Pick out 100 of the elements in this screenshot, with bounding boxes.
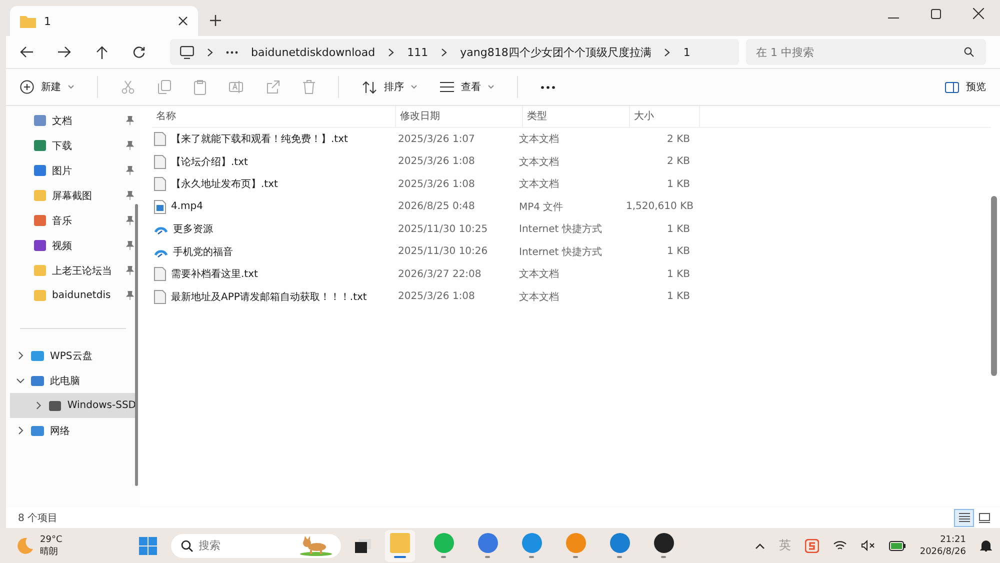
tree-icon (31, 426, 44, 436)
size-cell-text: 1,520,610 KB (626, 201, 694, 212)
date-cell-text: 2025/3/26 1:08 (397, 178, 476, 190)
tree-icon (31, 376, 44, 386)
chevron-icon (207, 48, 213, 56)
taskbar-search-field[interactable]: 搜索 (170, 534, 341, 558)
column-header[interactable]: 修改日期 (396, 106, 523, 128)
file-name[interactable]: 更多资源 (152, 222, 392, 236)
maximize-icon[interactable] (931, 9, 941, 19)
video-file-icon (154, 200, 166, 214)
type-cell-text: 文本文档 (519, 268, 560, 282)
file-name[interactable]: 【论坛介绍】.txt (152, 154, 392, 169)
tree-item[interactable]: WPS云盘 (6, 343, 140, 368)
chevron-up-icon[interactable] (754, 542, 765, 548)
file-name[interactable]: 【来了就能下载和观看！纯免费！】.txt (152, 132, 392, 146)
more-icon[interactable] (226, 50, 238, 54)
text-file-icon (154, 267, 166, 282)
sidebar-item[interactable]: baidunetdis (6, 283, 140, 308)
column-header[interactable]: 类型 (523, 106, 630, 128)
back-arrow-icon[interactable] (20, 46, 33, 58)
moon-icon (16, 536, 34, 554)
type-cell-text: MP4 文件 (519, 200, 564, 214)
address-bar[interactable]: baidunetdiskdownload 111 yang818四个少女团个个顶级尺度拉满 1 (170, 39, 739, 65)
sidebar-icon (34, 165, 46, 176)
up-arrow-icon[interactable] (96, 46, 108, 58)
details-view-button[interactable] (954, 508, 974, 526)
search-icon (180, 540, 193, 552)
monitor-icon (180, 46, 194, 58)
tree-item[interactable]: 网络 (6, 418, 140, 443)
preview-button[interactable]: 预览 (945, 76, 986, 98)
text-file-icon (154, 154, 166, 169)
sogou-icon[interactable] (804, 538, 819, 552)
breadcrumb[interactable]: 1 (683, 46, 690, 58)
wifi-icon[interactable] (832, 540, 847, 551)
clipboard-icon[interactable] (194, 80, 206, 94)
caret-icon (68, 85, 74, 89)
folder-tab[interactable]: 1 (10, 6, 198, 36)
column-header[interactable]: 大小 (630, 106, 700, 128)
sidebar-item[interactable]: 音乐 (6, 208, 140, 233)
type-cell-text: 文本文档 (519, 290, 560, 304)
sidebar-icon (34, 240, 46, 251)
chevron-icon[interactable] (16, 351, 25, 360)
file-name[interactable]: 【永久地址发布页】.txt (152, 177, 392, 192)
clock-time[interactable]: 21:21 (940, 534, 966, 546)
type-cell-text: 文本文档 (519, 132, 560, 146)
item-count: 8 个项目 (18, 512, 58, 524)
file-name[interactable]: 最新地址及APP请发邮箱自动获取！！！.txt (152, 290, 392, 304)
chevron-icon[interactable] (34, 401, 43, 410)
chevron-icon[interactable] (16, 376, 25, 385)
date-cell-text: 2025/3/26 1:07 (397, 134, 476, 145)
tiles-pane-icon (978, 512, 990, 522)
sidebar-item[interactable]: 视频 (6, 233, 140, 258)
tree-item[interactable]: Windows-SSD (10, 393, 136, 418)
breadcrumb[interactable]: baidunetdiskdownload (251, 46, 376, 58)
sidebar-item[interactable]: 文档 (6, 108, 140, 133)
type-cell-text: 文本文档 (519, 156, 560, 169)
forward-arrow-icon[interactable] (58, 46, 71, 58)
muted-speaker-icon[interactable] (860, 540, 875, 551)
text-file-icon (154, 177, 166, 192)
minimize-icon[interactable] (888, 17, 899, 19)
close-icon[interactable] (178, 16, 188, 26)
sort-button[interactable]: 排序 (362, 76, 417, 98)
chevron-icon[interactable] (16, 426, 25, 435)
caret-icon (488, 85, 494, 89)
scrollbar[interactable] (991, 196, 997, 376)
file-name[interactable]: 需要补档看这里.txt (152, 267, 392, 282)
file-name[interactable]: 手机党的福音 (152, 244, 392, 259)
close-icon[interactable] (973, 8, 984, 19)
breadcrumb[interactable]: yang818四个少女团个个顶级尺度拉满 (460, 44, 652, 60)
view-button[interactable]: 查看 (440, 76, 494, 98)
file-name[interactable]: 4.mp4 (152, 200, 392, 214)
sidebar-item[interactable]: 屏幕截图 (6, 183, 140, 208)
chevron-icon[interactable] (664, 48, 670, 56)
windows-logo-icon[interactable] (138, 536, 157, 554)
column-header[interactable]: 名称 (152, 106, 396, 128)
chevron-icon[interactable] (441, 48, 448, 56)
new-button[interactable]: 新建 (20, 76, 74, 98)
bell-icon[interactable] (980, 539, 992, 552)
dog-drawing (298, 536, 333, 556)
clock-date[interactable]: 2026/8/26 (920, 546, 966, 558)
sidebar-item[interactable]: 下载 (6, 133, 140, 158)
refresh-icon[interactable] (133, 46, 145, 58)
more-icon[interactable] (541, 86, 555, 88)
new-tab-icon[interactable] (210, 15, 221, 26)
battery-icon[interactable] (888, 540, 906, 550)
sidebar-icon (34, 115, 46, 126)
date-cell-text: 2025/11/30 10:26 (397, 246, 489, 258)
sidebar-icon (34, 290, 46, 301)
task-view-icon[interactable] (354, 538, 371, 552)
search-field[interactable]: 在 1 中搜索 (746, 39, 986, 65)
date-cell-text: 2025/3/26 1:08 (397, 291, 476, 302)
sidebar-item[interactable]: 图片 (6, 158, 140, 183)
chevron-icon[interactable] (388, 48, 394, 56)
tree-item[interactable]: 此电脑 (6, 368, 140, 393)
size-cell-text: 2 KB (666, 156, 691, 168)
breadcrumb[interactable]: 111 (407, 46, 428, 58)
sidebar-icon (34, 190, 46, 201)
size-cell-text: 1 KB (666, 268, 691, 280)
sidebar-item[interactable]: 上老王论坛当 (6, 258, 140, 283)
search-icon (964, 47, 974, 57)
